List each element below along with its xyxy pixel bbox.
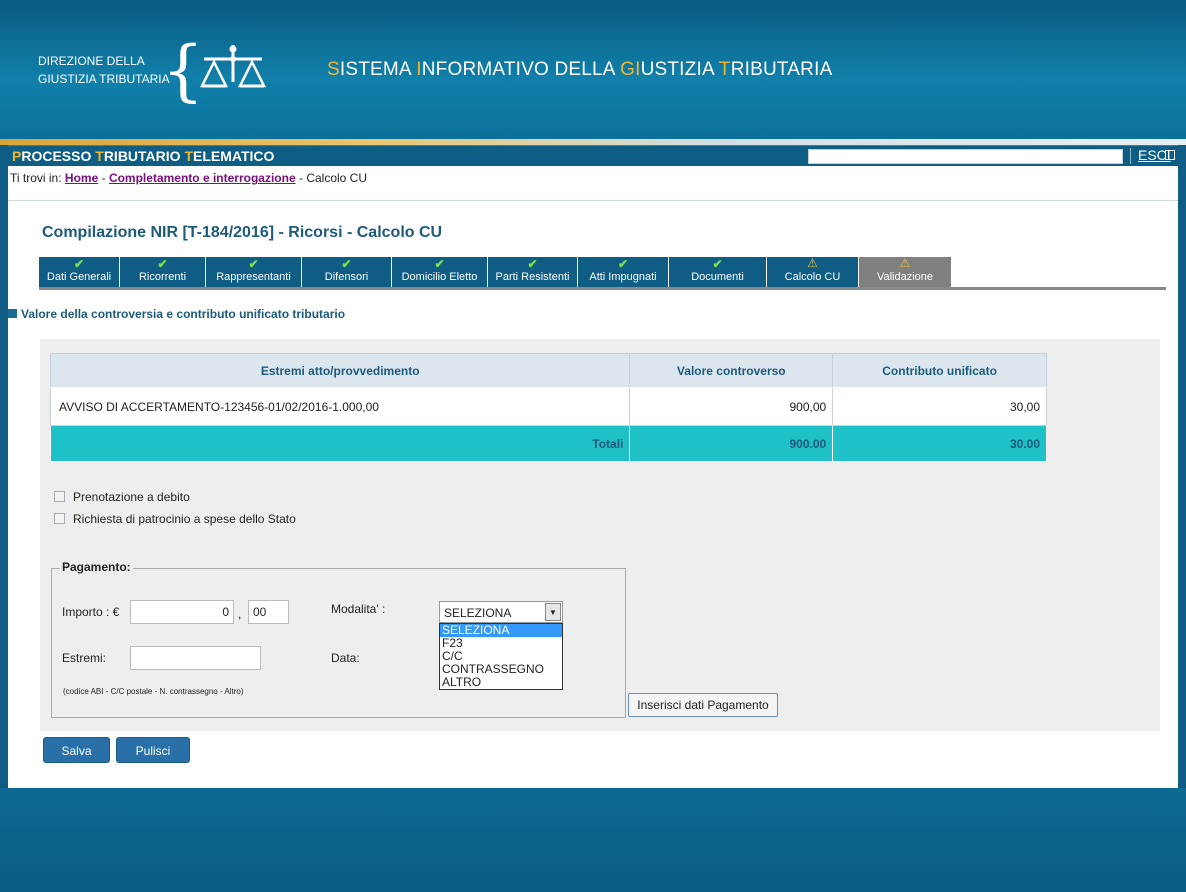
- column-header-estremi: Estremi atto/provvedimento: [49, 353, 631, 388]
- estremi-label: Estremi:: [62, 651, 107, 665]
- tab-parti-resistenti[interactable]: ✔ Parti Resistenti: [488, 257, 578, 287]
- breadcrumb-separator: -: [298, 171, 303, 185]
- modalita-dropdown-list: SELEZIONA F23 C/C CONTRASSEGNO ALTRO: [439, 623, 563, 690]
- payment-legend: Pagamento:: [60, 560, 133, 574]
- totals-valore: 900.00: [629, 425, 834, 462]
- section-heading: Valore della controversia e contributo u…: [8, 307, 345, 321]
- breadcrumb-current: Calcolo CU: [306, 171, 368, 185]
- breadcrumb-divider: [8, 200, 1178, 201]
- logout-icon[interactable]: [1165, 150, 1175, 160]
- chevron-down-icon[interactable]: ▼: [545, 603, 561, 621]
- column-header-valore: Valore controverso: [629, 353, 834, 388]
- check-icon: ✔: [617, 257, 629, 271]
- clear-button[interactable]: Pulisci: [116, 737, 190, 763]
- scales-of-justice-icon: [199, 45, 267, 88]
- check-icon: ✔: [712, 257, 723, 271]
- modalita-selected-value: SELEZIONA: [444, 606, 512, 620]
- user-info-field: [808, 149, 1123, 164]
- check-icon: ✔: [73, 257, 85, 271]
- patrocinio-label: Richiesta di patrocinio a spese dello St…: [73, 512, 296, 526]
- tab-documenti[interactable]: ✔ Documenti: [669, 257, 767, 287]
- check-icon: ✔: [248, 257, 259, 271]
- data-label: Data:: [331, 651, 360, 665]
- prenotazione-checkbox[interactable]: [54, 491, 65, 502]
- org-line-1: DIREZIONE DELLA: [38, 54, 145, 68]
- table-header-row: Estremi atto/provvedimento Valore contro…: [49, 353, 1047, 388]
- main-content: Ti trovi in: Home - Completamento e inte…: [8, 166, 1178, 788]
- organization-name: DIREZIONE DELLA GIUSTIZIA TRIBUTARIA: [38, 52, 170, 88]
- tab-ricorrenti[interactable]: ✔ Ricorrenti: [120, 257, 206, 287]
- table-row: AVVISO DI ACCERTAMENTO-123456-01/02/2016…: [49, 387, 1047, 426]
- tab-dati-generali[interactable]: ✔ Dati Generali: [39, 257, 120, 287]
- wizard-tabs: ✔ Dati Generali ✔ Ricorrenti ✔ Rappresentan…: [39, 256, 952, 287]
- column-header-contributo: Contributo unificato: [832, 353, 1047, 388]
- navbar-divider: [1130, 148, 1131, 164]
- breadcrumb: Ti trovi in: Home - Completamento e inte…: [10, 171, 367, 185]
- breadcrumb-separator: -: [101, 171, 106, 185]
- prenotazione-label: Prenotazione a debito: [73, 490, 190, 504]
- totals-label: Totali: [49, 425, 631, 462]
- importo-label: Importo : €: [62, 605, 120, 619]
- importo-decimal-input[interactable]: 00: [248, 600, 289, 624]
- breadcrumb-home-link[interactable]: Home: [65, 171, 98, 185]
- tab-atti-impugnati[interactable]: ✔ Atti Impugnati: [578, 257, 669, 287]
- check-icon: ✔: [527, 257, 538, 271]
- top-navbar: PROCESSO TRIBUTARIO TELEMATICO ESCI: [8, 145, 1178, 165]
- page-footer: [0, 788, 1186, 892]
- warning-icon: ⚠: [807, 256, 818, 270]
- cu-panel: Estremi atto/provvedimento Valore contro…: [40, 339, 1160, 731]
- importo-integer-input[interactable]: 0: [130, 600, 234, 624]
- modalita-select[interactable]: SELEZIONA ▼: [439, 601, 563, 623]
- cu-table: Estremi atto/provvedimento Valore contro…: [49, 353, 1047, 462]
- save-button[interactable]: Salva: [43, 737, 110, 763]
- cell-contributo: 30,00: [832, 387, 1047, 426]
- tab-domicilio-eletto[interactable]: ✔ Domicilio Eletto: [392, 257, 488, 287]
- warning-icon: ⚠: [899, 256, 911, 270]
- estremi-hint: (codice ABI - C/C postale - N. contrasse…: [63, 687, 244, 696]
- totals-contributo: 30.00: [832, 425, 1047, 462]
- breadcrumb-prefix: Ti trovi in:: [10, 171, 62, 185]
- tab-rappresentanti[interactable]: ✔ Rappresentanti: [206, 257, 302, 287]
- check-icon: ✔: [341, 257, 352, 271]
- estremi-input[interactable]: [130, 646, 261, 670]
- prenotazione-checkbox-row: Prenotazione a debito: [54, 490, 190, 504]
- insert-payment-button[interactable]: Inserisci dati Pagamento: [628, 693, 778, 717]
- system-title: SISTEMA INFORMATIVO DELLA GIUSTIZIA TRIB…: [327, 59, 833, 80]
- app-header: DIREZIONE DELLA GIUSTIZIA TRIBUTARIA { S…: [0, 0, 1186, 145]
- page-title: Compilazione NIR [T-184/2016] - Ricorsi …: [42, 224, 443, 241]
- tab-calcolo-cu[interactable]: ⚠ Calcolo CU: [767, 256, 859, 287]
- modalita-option-altro[interactable]: ALTRO: [440, 676, 562, 689]
- breadcrumb-section-link[interactable]: Completamento e interrogazione: [109, 171, 296, 185]
- check-icon: ✔: [434, 257, 445, 271]
- org-line-2: GIUSTIZIA TRIBUTARIA: [38, 72, 170, 86]
- app-title: PROCESSO TRIBUTARIO TELEMATICO: [12, 148, 275, 164]
- check-icon: ✔: [157, 257, 168, 271]
- patrocinio-checkbox[interactable]: [54, 513, 65, 524]
- totals-row: Totali 900.00 30.00: [49, 425, 1047, 462]
- section-square-icon: [8, 309, 17, 318]
- tab-validazione[interactable]: ⚠ Validazione: [859, 256, 952, 287]
- decimal-comma: ,: [238, 607, 242, 621]
- modalita-label: Modalita' :: [331, 602, 386, 616]
- cell-estremi: AVVISO DI ACCERTAMENTO-123456-01/02/2016…: [49, 387, 631, 426]
- cell-valore: 900,00: [629, 387, 834, 426]
- tab-difensori[interactable]: ✔ Difensori: [302, 257, 392, 287]
- patrocinio-checkbox-row: Richiesta di patrocinio a spese dello St…: [54, 512, 296, 526]
- tabs-underline: [39, 287, 1166, 290]
